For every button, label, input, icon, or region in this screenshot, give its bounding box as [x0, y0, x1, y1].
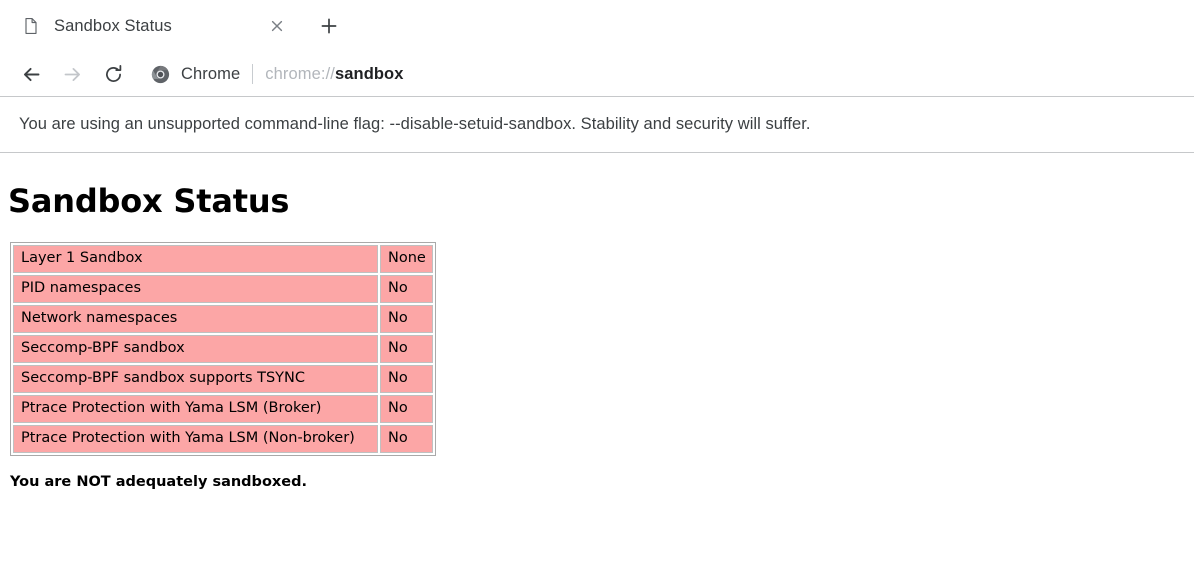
forward-button	[55, 57, 89, 91]
tab-sandbox-status[interactable]: Sandbox Status	[22, 6, 294, 46]
status-label: Ptrace Protection with Yama LSM (Broker)	[13, 395, 378, 423]
status-label: PID namespaces	[13, 275, 378, 303]
new-tab-button[interactable]	[314, 11, 344, 41]
tab-title: Sandbox Status	[54, 16, 172, 35]
arrow-right-icon	[62, 64, 83, 85]
status-value: No	[380, 305, 433, 333]
omnibox-chip-label: Chrome	[181, 64, 241, 83]
status-value: No	[380, 395, 433, 423]
status-value: No	[380, 425, 433, 453]
page-title: Sandbox Status	[8, 182, 290, 220]
page-document-icon	[22, 17, 40, 35]
table-row: Ptrace Protection with Yama LSM (Broker)…	[13, 395, 433, 423]
browser-window: Sandbox Status Chrome chrome://sandbox Y…	[0, 0, 1194, 580]
table-row: Network namespaces No	[13, 305, 433, 333]
reload-icon	[103, 64, 124, 85]
browser-toolbar: Chrome chrome://sandbox	[0, 52, 1194, 96]
reload-button[interactable]	[96, 57, 130, 91]
table-row: Layer 1 Sandbox None	[13, 245, 433, 273]
status-value: No	[380, 275, 433, 303]
table-row: Seccomp-BPF sandbox supports TSYNC No	[13, 365, 433, 393]
url-host: sandbox	[334, 64, 404, 83]
status-label: Seccomp-BPF sandbox supports TSYNC	[13, 365, 378, 393]
status-label: Layer 1 Sandbox	[13, 245, 378, 273]
url-scheme: chrome://	[265, 64, 335, 83]
status-label: Seccomp-BPF sandbox	[13, 335, 378, 363]
back-button[interactable]	[14, 57, 48, 91]
sandbox-status-table-body: Layer 1 Sandbox None PID namespaces No N…	[13, 245, 433, 453]
table-row: PID namespaces No	[13, 275, 433, 303]
status-value: No	[380, 365, 433, 393]
omnibox-separator	[252, 64, 254, 84]
status-label: Network namespaces	[13, 305, 378, 333]
table-row: Ptrace Protection with Yama LSM (Non-bro…	[13, 425, 433, 453]
address-bar[interactable]: Chrome chrome://sandbox	[151, 57, 1194, 91]
status-label: Ptrace Protection with Yama LSM (Non-bro…	[13, 425, 378, 453]
chrome-logo-icon	[151, 65, 170, 84]
omnibox-url[interactable]: chrome://sandbox	[265, 65, 403, 84]
command-line-flag-infobar: You are using an unsupported command-lin…	[0, 96, 1194, 153]
table-row: Seccomp-BPF sandbox No	[13, 335, 433, 363]
arrow-left-icon	[21, 64, 42, 85]
status-value: No	[380, 335, 433, 363]
sandbox-verdict: You are NOT adequately sandboxed.	[10, 474, 307, 490]
status-value: None	[380, 245, 433, 273]
sandbox-status-table: Layer 1 Sandbox None PID namespaces No N…	[10, 242, 436, 456]
close-icon[interactable]	[264, 13, 290, 39]
page-content: Sandbox Status Layer 1 Sandbox None PID …	[0, 153, 1194, 580]
infobar-message: You are using an unsupported command-lin…	[19, 115, 811, 133]
plus-icon	[320, 17, 338, 35]
tab-strip: Sandbox Status	[0, 0, 1194, 52]
